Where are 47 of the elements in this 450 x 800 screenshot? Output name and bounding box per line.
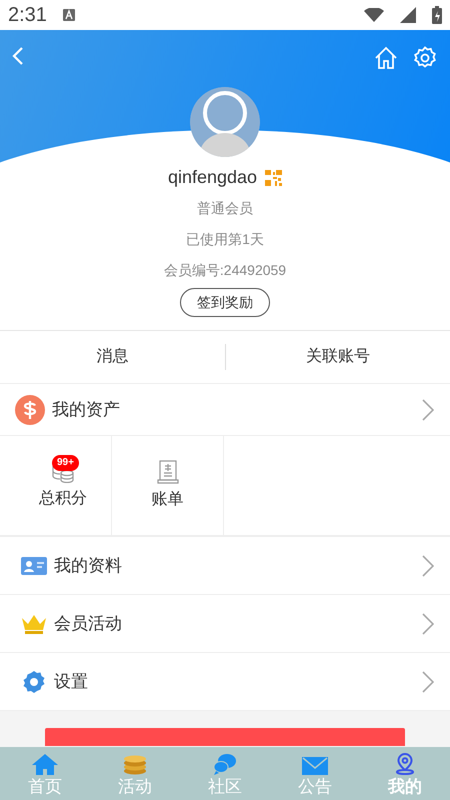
keyboard-notification-icon	[62, 9, 75, 21]
asset-label: 账单	[152, 490, 184, 510]
menu-label: 会员活动	[54, 612, 123, 635]
qr-code-icon[interactable]	[265, 168, 282, 186]
crown-icon	[20, 614, 46, 634]
menu-label: 设置	[54, 670, 89, 693]
coin-stack-icon	[123, 753, 147, 775]
menu-row[interactable]: 设置	[0, 653, 450, 711]
gear-icon	[22, 670, 46, 694]
asset-label: 总积分	[39, 488, 87, 508]
back-button[interactable]	[12, 46, 24, 66]
username: qinfengdao	[168, 166, 258, 189]
asset-item[interactable]: 账单	[112, 436, 224, 535]
my-assets-title: 我的资产	[52, 398, 121, 421]
id-card-icon	[20, 556, 46, 574]
checkin-reward-button[interactable]: 签到奖励	[180, 288, 270, 317]
menu-row[interactable]: 我的资料	[0, 537, 450, 595]
wifi-icon	[364, 8, 384, 22]
asset-item[interactable]: 99+ 总积分	[15, 436, 112, 535]
settings-icon	[413, 46, 437, 70]
menu-row[interactable]: 会员活动	[0, 595, 450, 653]
count-badge: 99+	[52, 455, 79, 471]
status-time: 2:31	[8, 3, 47, 28]
chevron-right-icon	[422, 554, 434, 576]
envelope-icon	[302, 757, 328, 775]
battery-icon	[432, 6, 442, 24]
days-used: 已使用第1天	[186, 230, 264, 249]
avatar-icon	[190, 87, 260, 157]
signal-icon	[400, 7, 416, 23]
menu-label: 我的资料	[54, 554, 123, 577]
dollar-icon	[15, 394, 45, 424]
chat-bubbles-icon	[213, 753, 237, 775]
chevron-right-icon	[422, 398, 434, 420]
chevron-right-icon	[422, 612, 434, 634]
tab[interactable]: 关联账号	[226, 331, 450, 383]
home-icon	[31, 753, 59, 775]
home-icon	[374, 46, 398, 70]
my-assets-row[interactable]: 我的资产	[0, 384, 450, 436]
receipt-icon	[156, 460, 178, 484]
chevron-right-icon	[422, 670, 434, 692]
member-level: 普通会员	[197, 199, 253, 218]
back-icon	[12, 46, 24, 66]
settings-button[interactable]	[413, 46, 437, 70]
location-pin-icon	[395, 753, 415, 775]
home-button[interactable]	[374, 46, 398, 70]
member-number: 会员编号:24492059	[164, 261, 286, 280]
tab[interactable]: 消息	[0, 331, 224, 383]
